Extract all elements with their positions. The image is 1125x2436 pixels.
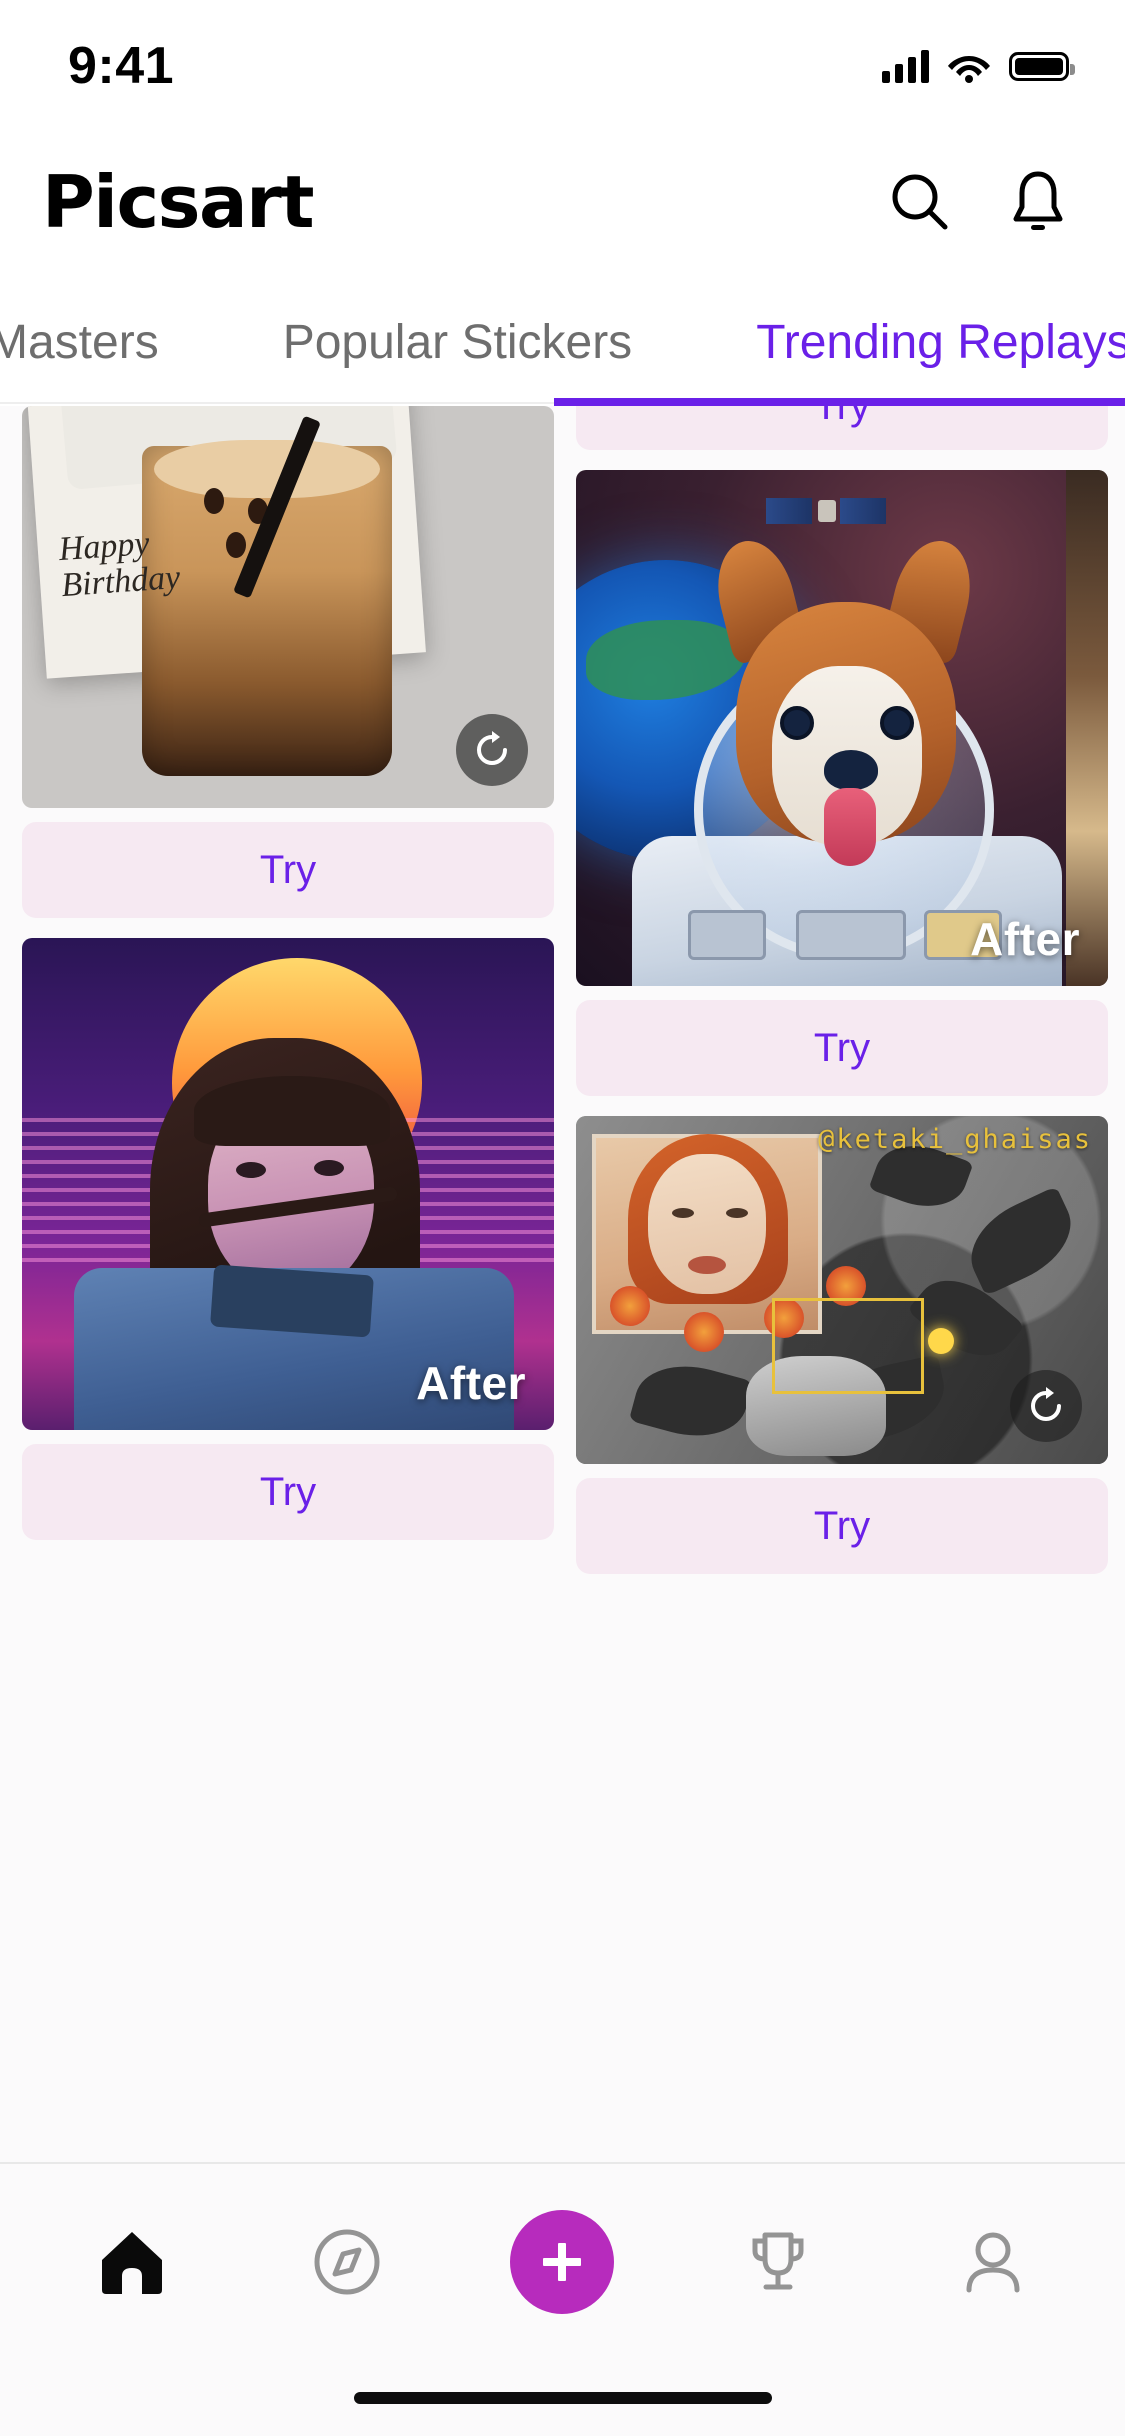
try-button[interactable]: Try bbox=[576, 1000, 1108, 1096]
tab-popular-stickers[interactable]: Popular Stickers bbox=[221, 278, 694, 406]
bottom-navigation-bar bbox=[0, 2162, 1125, 2436]
after-label: After bbox=[970, 913, 1080, 965]
compass-icon bbox=[314, 2229, 380, 2295]
try-button[interactable]: Try bbox=[576, 406, 1108, 450]
replay-feed[interactable]: Happy Birthday Try After Try Try After T… bbox=[0, 406, 1125, 2162]
after-label: After bbox=[416, 1357, 526, 1409]
battery-icon bbox=[1009, 51, 1075, 81]
cellular-signal-icon bbox=[882, 49, 929, 83]
card-artwork[interactable]: After bbox=[576, 470, 1108, 986]
try-button[interactable]: Try bbox=[22, 1444, 554, 1540]
bell-icon[interactable] bbox=[1003, 167, 1073, 237]
status-bar-time: 9:41 bbox=[68, 37, 175, 95]
replay-card-retro-sunset[interactable]: After Try bbox=[22, 938, 554, 1540]
tab-active-indicator bbox=[554, 398, 1125, 406]
replay-icon[interactable] bbox=[1010, 1370, 1082, 1442]
tab-masters[interactable]: Masters bbox=[0, 278, 221, 406]
create-fab[interactable] bbox=[510, 2210, 615, 2314]
replay-card-clipped-top[interactable]: Try bbox=[576, 406, 1108, 450]
trophy-icon bbox=[752, 2232, 804, 2290]
try-button[interactable]: Try bbox=[22, 822, 554, 918]
artwork-caption-text: Happy Birthday bbox=[57, 524, 182, 604]
header-actions bbox=[885, 167, 1073, 237]
watermark-username: @ketaki_ghaisas bbox=[818, 1124, 1092, 1155]
try-button[interactable]: Try bbox=[576, 1478, 1108, 1574]
replay-icon[interactable] bbox=[456, 714, 528, 786]
replay-card-astronaut-corgi[interactable]: After Try bbox=[576, 470, 1108, 1096]
card-artwork[interactable]: @ketaki_ghaisas bbox=[576, 1116, 1108, 1464]
status-bar-icons bbox=[882, 49, 1075, 83]
app-logo: Picsart bbox=[42, 160, 315, 244]
tab-bar: Masters Popular Stickers Trending Replay… bbox=[0, 278, 1125, 406]
bottom-nav-items bbox=[0, 2164, 1125, 2360]
search-icon[interactable] bbox=[885, 167, 955, 237]
tab-trending-replays[interactable]: Trending Replays bbox=[694, 278, 1125, 406]
feed-column-right: Try After Try @ketaki_ghaisas Try bbox=[576, 406, 1108, 1594]
bottom-nav-item-profile[interactable] bbox=[923, 2192, 1063, 2332]
card-artwork[interactable]: After bbox=[22, 938, 554, 1430]
bottom-nav-item-challenges[interactable] bbox=[708, 2192, 848, 2332]
card-artwork[interactable]: Happy Birthday bbox=[22, 406, 554, 808]
app-header: Picsart bbox=[0, 132, 1125, 272]
plus-icon bbox=[543, 2243, 582, 2281]
bottom-nav-item-create[interactable] bbox=[492, 2192, 632, 2332]
try-button-label: Try bbox=[813, 406, 871, 428]
satellite-decoration bbox=[766, 498, 886, 526]
home-icon bbox=[101, 2232, 162, 2294]
app-screen: 9:41 Picsart Masters Popular Stickers Tr… bbox=[0, 0, 1125, 2436]
status-bar: 9:41 bbox=[0, 0, 1125, 132]
tab-bar-divider bbox=[0, 402, 554, 404]
selection-box bbox=[772, 1298, 924, 1394]
wifi-icon bbox=[948, 56, 990, 83]
bottom-nav-item-home[interactable] bbox=[62, 2192, 202, 2332]
feed-column-left: Happy Birthday Try After Try bbox=[22, 406, 554, 1560]
person-icon bbox=[966, 2232, 1020, 2293]
replay-card-birthday-coffee[interactable]: Happy Birthday Try bbox=[22, 406, 554, 918]
replay-card-flower-collage[interactable]: @ketaki_ghaisas Try bbox=[576, 1116, 1108, 1574]
sparkle-icon bbox=[928, 1328, 954, 1354]
home-indicator bbox=[353, 2392, 772, 2404]
bottom-nav-item-explore[interactable] bbox=[277, 2192, 417, 2332]
